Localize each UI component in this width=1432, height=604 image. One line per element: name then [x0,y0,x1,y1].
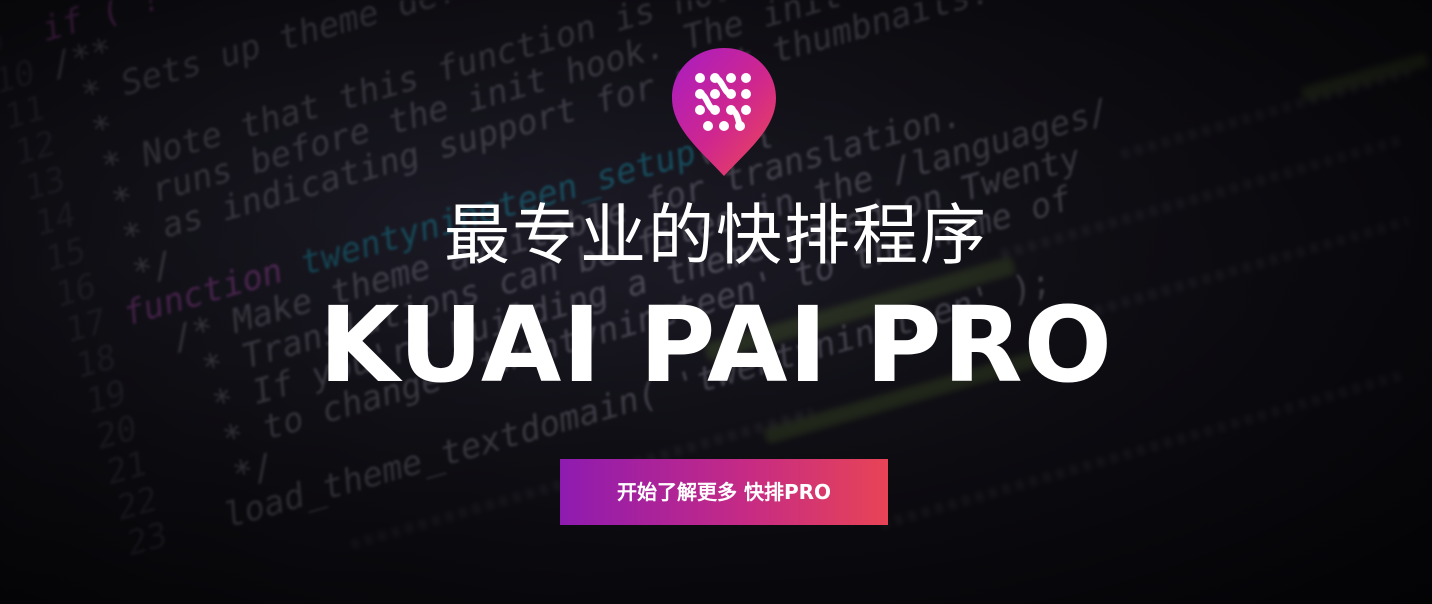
logo-icon [672,48,776,176]
learn-more-button[interactable]: 开始了解更多 快排PRO [560,459,888,525]
headline-chinese: 最专业的快排程序 [444,197,988,274]
hero-banner: 9if ( ! function_exists( 'twenty10/**11 … [0,0,1432,604]
headline-english: KUAI PAI PRO [318,284,1114,406]
